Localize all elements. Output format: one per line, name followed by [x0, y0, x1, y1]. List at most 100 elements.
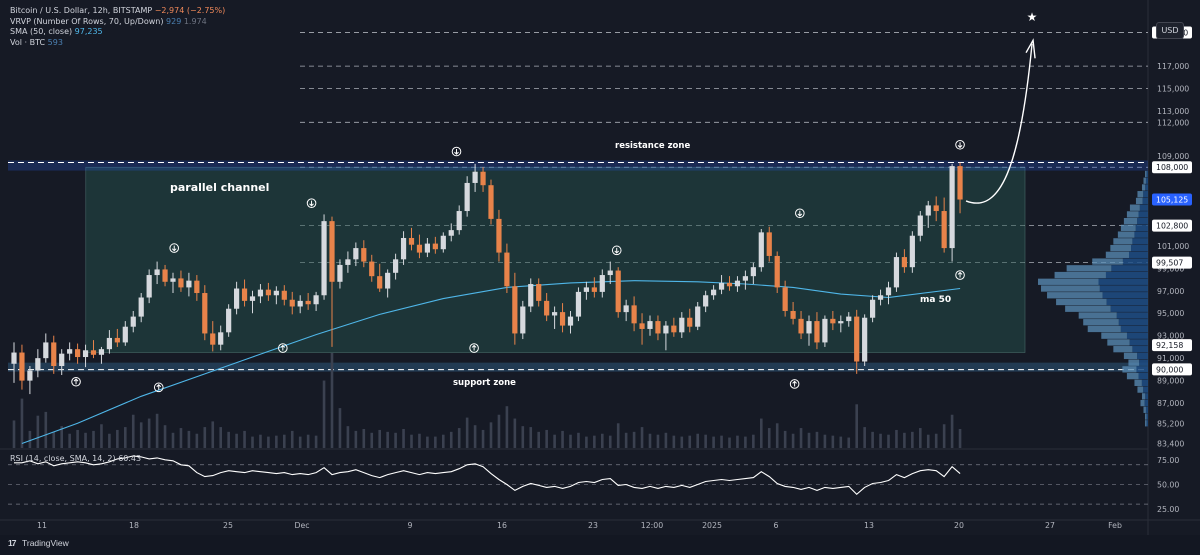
- candle-down: [305, 300, 311, 305]
- volume-bar: [775, 423, 779, 448]
- volume-bar: [505, 406, 509, 448]
- volume-profile-up: [1135, 197, 1143, 205]
- volume-bar: [171, 432, 175, 448]
- candle-up: [885, 287, 892, 296]
- volume-profile-down: [1145, 177, 1148, 184]
- volume-profile-up: [1143, 406, 1146, 413]
- volume-bar: [744, 436, 747, 448]
- volume-bar: [728, 437, 731, 448]
- candle-up: [249, 296, 256, 301]
- volume-bar: [879, 433, 882, 448]
- candle-down: [19, 352, 25, 381]
- price-tag-label: 90,000: [1156, 365, 1183, 374]
- symbol-title: Bitcoin / U.S. Dollar, 12h, BITSTAMP: [10, 6, 153, 15]
- candle-up: [870, 299, 876, 318]
- volume-bar: [545, 429, 548, 448]
- candle-up: [623, 305, 629, 313]
- volume-bar: [68, 433, 71, 448]
- time-axis-label: 12:00: [641, 521, 664, 530]
- vrvp-value-2: 1.974: [183, 16, 207, 26]
- volume-bar: [521, 426, 525, 448]
- volume-bar: [283, 434, 286, 448]
- candle-up: [575, 291, 582, 317]
- volume-bar: [298, 436, 302, 448]
- rsi-scale-label: 75.00: [1157, 456, 1179, 465]
- tradingview-icon: 17: [8, 538, 16, 548]
- candle-up: [893, 257, 900, 288]
- volume-profile-up: [1113, 238, 1133, 245]
- volume-profile-down: [1122, 258, 1148, 265]
- price-scale-label: 89,000: [1157, 377, 1184, 386]
- volume-profile-up: [1105, 251, 1130, 258]
- time-axis-label: 23: [588, 521, 598, 530]
- footer-bar: [0, 535, 1200, 555]
- volume-bar: [306, 434, 310, 448]
- volume-bar: [958, 429, 962, 448]
- candle-up: [583, 287, 589, 292]
- volume-bar: [394, 432, 397, 448]
- volume-profile-down: [1138, 372, 1148, 380]
- volume-profile-down: [1143, 386, 1148, 393]
- currency-button[interactable]: USD: [1156, 22, 1184, 39]
- candle-up: [106, 337, 112, 350]
- volume-bar: [322, 380, 326, 448]
- candle-up: [742, 276, 748, 281]
- volume-profile-up: [1065, 305, 1111, 312]
- volume-profile-up: [1056, 298, 1107, 306]
- candle-up: [321, 221, 327, 296]
- volume-bar: [863, 427, 866, 448]
- candle-up: [170, 278, 176, 282]
- volume-bar: [259, 434, 262, 448]
- volume-bar: [624, 432, 628, 448]
- volume-bar: [314, 435, 318, 448]
- volume-profile-up: [1041, 285, 1100, 292]
- volume-profile-up: [1107, 339, 1130, 346]
- candle-up: [186, 280, 192, 288]
- volume-bar: [100, 424, 103, 448]
- volume-bar: [513, 418, 517, 448]
- volume-bar: [386, 431, 389, 448]
- price-chart[interactable]: ★ parallel channel resistance zone support …: [0, 0, 1200, 555]
- candle-up: [877, 295, 884, 300]
- volume-bar: [839, 436, 843, 448]
- volume-bar: [457, 428, 461, 448]
- candle-down: [51, 342, 57, 367]
- volume-bar: [489, 422, 493, 448]
- volume-bar: [919, 428, 922, 448]
- sma-label: SMA (50, close): [10, 27, 73, 36]
- volume-profile-up: [1140, 399, 1145, 407]
- volume-profile-up: [1038, 278, 1099, 285]
- volume-bar: [227, 431, 230, 448]
- vol-line: Vol · BTC 593: [10, 38, 225, 49]
- volume-bar: [680, 436, 684, 448]
- time-axis-label: 20: [954, 521, 964, 530]
- volume-profile-down: [1111, 265, 1148, 272]
- volume-profile-down: [1120, 325, 1148, 333]
- candle-up: [520, 306, 526, 334]
- candle-down: [512, 286, 518, 334]
- price-tag-label: 99,507: [1156, 259, 1183, 268]
- volume-bar: [704, 434, 707, 448]
- volume-bar: [203, 427, 207, 448]
- candle-up: [718, 282, 725, 290]
- time-axis-label: Feb: [1108, 521, 1122, 530]
- volume-bar: [601, 433, 604, 448]
- volume-bar: [28, 430, 32, 448]
- candle-up: [567, 316, 574, 326]
- time-axis-label: 25: [223, 521, 233, 530]
- volume-bar: [20, 398, 24, 448]
- rsi-scale-label: 25.00: [1157, 505, 1179, 514]
- volume-profile-down: [1145, 406, 1148, 413]
- time-axis-label: 11: [37, 521, 47, 530]
- brand-name: TradingView: [22, 538, 69, 548]
- volume-bar: [561, 430, 564, 448]
- candle-up: [43, 342, 49, 359]
- volume-profile-up: [1144, 420, 1147, 427]
- volume-bar: [44, 411, 48, 448]
- candle-up: [734, 280, 741, 287]
- candle-up: [130, 316, 136, 327]
- volume-profile-up: [1066, 265, 1112, 272]
- volume-bar: [243, 430, 246, 448]
- candle-up: [313, 295, 319, 305]
- volume-bar: [911, 431, 914, 448]
